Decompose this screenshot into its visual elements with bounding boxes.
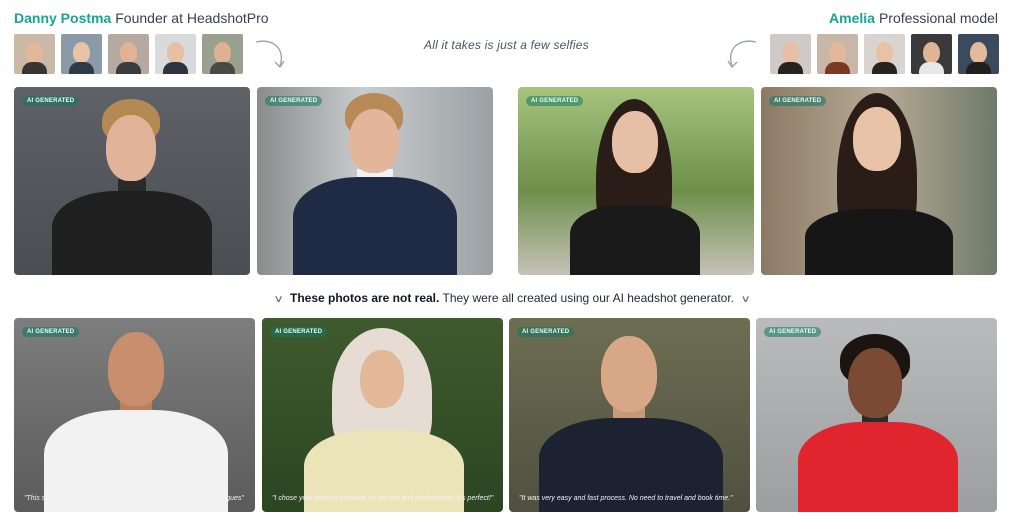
selfie-thumbnail bbox=[817, 34, 858, 74]
chevron-down-icon: ∨ bbox=[273, 294, 284, 305]
testimonial-photo: AI GENERATED "I chose your product becau… bbox=[262, 318, 503, 512]
ai-headshot-photo: AI GENERATED bbox=[518, 87, 754, 275]
ai-headshot-photo: AI GENERATED bbox=[14, 87, 250, 275]
right-person-role: Professional model bbox=[878, 10, 998, 26]
right-person-name: Amelia bbox=[829, 10, 875, 26]
ai-generated-badge: AI GENERATED bbox=[270, 327, 328, 337]
testimonial-photo: AI GENERATED bbox=[756, 318, 997, 512]
left-person-role: Founder at HeadshotPro bbox=[115, 10, 269, 26]
tagline: All it takes is just a few selfies bbox=[424, 38, 589, 52]
chevron-down-icon: ∨ bbox=[740, 294, 751, 305]
curved-arrow-icon bbox=[727, 40, 757, 69]
testimonial-quote: "This service is fantastic and I've alre… bbox=[24, 495, 244, 502]
ai-generated-badge: AI GENERATED bbox=[265, 96, 323, 106]
ai-generated-badge: AI GENERATED bbox=[526, 96, 584, 106]
ai-generated-badge: AI GENERATED bbox=[769, 96, 827, 106]
ai-headshot-photo: AI GENERATED bbox=[257, 87, 493, 275]
selfie-thumbnail bbox=[108, 34, 149, 74]
testimonial-quote: "It was very easy and fast process. No n… bbox=[519, 495, 733, 502]
disclaimer-notice: ∨ These photos are not real. They were al… bbox=[0, 291, 1024, 305]
left-selfie-thumbnails bbox=[14, 34, 243, 74]
right-selfie-thumbnails bbox=[770, 34, 999, 74]
disclaimer-text: They were all created using our AI heads… bbox=[442, 291, 734, 305]
curved-arrow-icon bbox=[255, 40, 285, 69]
left-person-header: Danny Postma Founder at HeadshotPro bbox=[14, 10, 269, 26]
selfie-thumbnail bbox=[14, 34, 55, 74]
ai-generated-badge: AI GENERATED bbox=[22, 96, 80, 106]
right-person-header: Amelia Professional model bbox=[829, 10, 998, 26]
disclaimer-strong: These photos are not real. bbox=[289, 291, 440, 305]
selfie-thumbnail bbox=[958, 34, 999, 74]
selfie-thumbnail bbox=[61, 34, 102, 74]
selfie-thumbnail bbox=[864, 34, 905, 74]
testimonial-photo: AI GENERATED "This service is fantastic … bbox=[14, 318, 255, 512]
selfie-thumbnail bbox=[202, 34, 243, 74]
left-person-name: Danny Postma bbox=[14, 10, 112, 26]
ai-generated-badge: AI GENERATED bbox=[517, 327, 575, 337]
selfie-thumbnail bbox=[911, 34, 952, 74]
ai-generated-badge: AI GENERATED bbox=[22, 327, 80, 337]
ai-headshot-photo: AI GENERATED bbox=[761, 87, 997, 275]
selfie-thumbnail bbox=[770, 34, 811, 74]
ai-generated-badge: AI GENERATED bbox=[764, 327, 822, 337]
selfie-thumbnail bbox=[155, 34, 196, 74]
testimonial-photo: AI GENERATED "It was very easy and fast … bbox=[509, 318, 750, 512]
testimonial-quote: "I chose your product because it's so re… bbox=[272, 495, 494, 502]
